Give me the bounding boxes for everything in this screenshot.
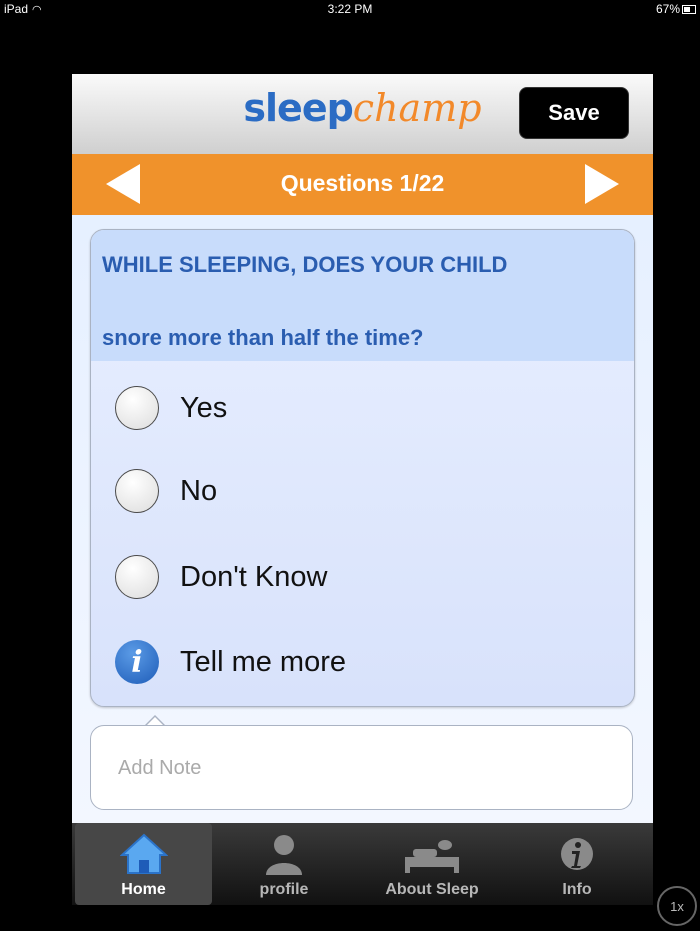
radio-button[interactable] [115,469,159,513]
status-time: 3:22 PM [327,2,373,16]
tab-label: Home [121,881,166,898]
tab-home[interactable]: Home [75,823,212,905]
tab-about-sleep[interactable]: About Sleep [362,823,502,905]
content-area: WHILE SLEEPING, DOES YOUR CHILD snore mo… [72,215,653,823]
save-button[interactable]: Save [519,87,629,139]
tab-label: Info [562,881,592,898]
tell-me-more-button[interactable]: i Tell me more [115,640,346,684]
status-bar: iPad ◠ 3:22 PM 67% [0,0,700,18]
tab-profile[interactable]: profile [219,823,349,905]
tell-me-more-label: Tell me more [180,645,346,678]
navigation-bar: sleepchamp Save [72,74,653,154]
right-arrow-icon[interactable] [585,164,619,204]
option-label: Don't Know [180,560,328,593]
tab-label: About Sleep [385,881,479,898]
question-counter: Questions 1/22 [280,170,445,196]
home-icon [75,833,212,875]
question-card: WHILE SLEEPING, DOES YOUR CHILD snore mo… [90,229,635,707]
radio-button[interactable] [115,555,159,599]
battery-percent: 67% [655,2,680,16]
battery-icon [682,5,696,15]
option-no[interactable]: No [115,469,217,513]
option-label: Yes [180,391,228,424]
zoom-button[interactable]: 1x [657,886,697,926]
question-navigation-bar: Questions 1/22 [72,154,653,215]
info-icon[interactable]: i [115,640,159,684]
tab-bar: Home profile About Sleep Info [72,823,653,905]
info-icon [512,833,642,875]
radio-button[interactable] [115,386,159,430]
question-subtitle: snore more than half the time? [102,325,424,350]
app-window: sleepchamp Save Questions 1/22 WHILE SLE… [72,74,653,905]
profile-icon [219,833,349,875]
option-yes[interactable]: Yes [115,386,227,430]
tab-info[interactable]: Info [512,823,642,905]
note-box[interactable] [90,725,633,810]
question-title: WHILE SLEEPING, DOES YOUR CHILD [102,252,508,277]
tab-label: profile [259,881,309,898]
option-label: No [180,474,218,507]
logo-champ-text: champ [352,86,482,130]
sleep-bed-icon [362,833,502,875]
question-header: WHILE SLEEPING, DOES YOUR CHILD snore mo… [91,230,634,361]
option-dont-know[interactable]: Don't Know [115,555,327,599]
logo-sleep-text: sleep [243,86,353,130]
add-note-input[interactable] [116,752,600,784]
